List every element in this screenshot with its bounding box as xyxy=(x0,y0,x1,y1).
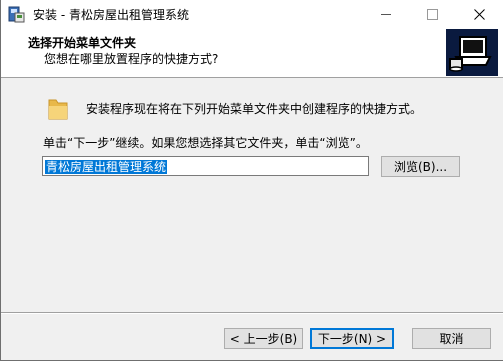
computer-install-logo-icon xyxy=(446,29,498,76)
close-button[interactable] xyxy=(456,0,502,29)
wizard-header: 选择开始菜单文件夹 您想在哪里放置程序的快捷方式? xyxy=(1,29,503,78)
minimize-button[interactable] xyxy=(363,0,409,29)
back-button[interactable]: < 上一步(B) xyxy=(224,328,303,349)
footer-divider xyxy=(1,312,503,314)
folder-input-value: 青松房屋出租管理系统 xyxy=(45,160,168,174)
window-title: 安装 - 青松房屋出租管理系统 xyxy=(33,8,189,22)
page-subtitle: 您想在哪里放置程序的快捷方式? xyxy=(44,52,219,66)
page-title: 选择开始菜单文件夹 xyxy=(28,36,137,50)
browse-button[interactable]: 浏览(B)... xyxy=(381,156,460,177)
close-icon xyxy=(473,9,485,20)
next-button[interactable]: 下一步(N) > xyxy=(310,328,394,349)
installer-window: 安装 - 青松房屋出租管理系统 选择开始菜单文件夹 您想在哪里放置程序的快捷方式… xyxy=(0,0,503,361)
maximize-button[interactable] xyxy=(409,0,455,29)
installer-icon xyxy=(8,6,25,23)
start-menu-folder-input[interactable]: 青松房屋出租管理系统 xyxy=(42,156,369,176)
cancel-button[interactable]: 取消 xyxy=(412,328,491,349)
title-bar[interactable]: 安装 - 青松房屋出租管理系统 xyxy=(1,0,503,29)
folder-icon xyxy=(48,99,68,120)
instruction-text: 单击“下一步”继续。如果您想选择其它文件夹，单击“浏览”。 xyxy=(43,136,368,150)
maximize-icon xyxy=(426,9,438,20)
minimize-icon xyxy=(381,14,391,15)
intro-text: 安装程序现在将在下列开始菜单文件夹中创建程序的快捷方式。 xyxy=(86,102,423,116)
